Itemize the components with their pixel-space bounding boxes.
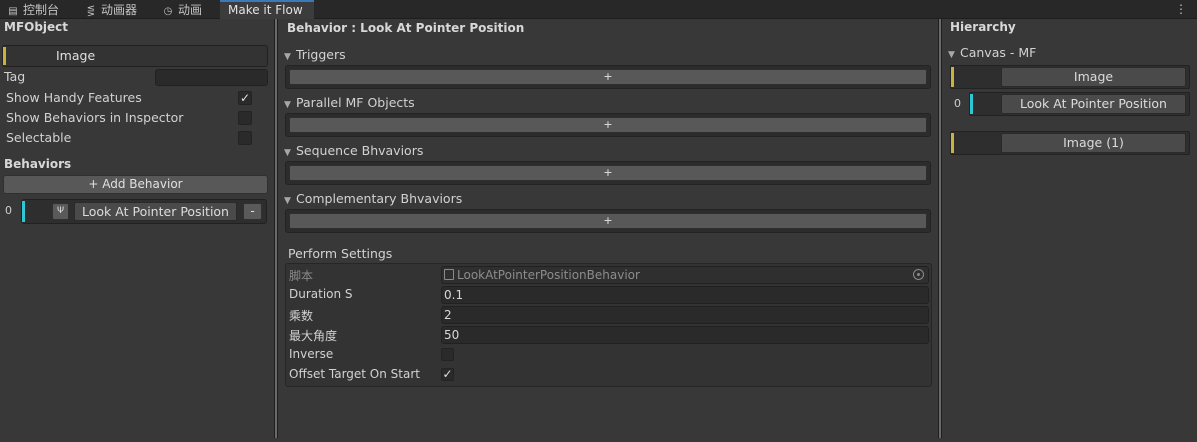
canvas-root-foldout[interactable]: ▼ Canvas - MF (948, 45, 1036, 60)
object-name-field[interactable]: Image (2, 45, 268, 67)
object-color-marker (951, 133, 954, 153)
tab-animator[interactable]: ⋚ 动画器 (84, 1, 137, 19)
max-angle-label: 最大角度 (289, 329, 338, 343)
tag-field[interactable] (155, 69, 268, 86)
add-sequence-button[interactable]: + (289, 165, 927, 181)
sequence-foldout[interactable]: ▼ Sequence Bhvaviors (284, 143, 423, 158)
triggers-foldout[interactable]: ▼ Triggers (284, 47, 346, 62)
foldout-arrow-icon: ▼ (284, 52, 291, 62)
behavior-item-row[interactable]: Ψ Look At Pointer Position - (21, 199, 267, 224)
object-color-marker (951, 67, 954, 87)
behavior-type-icon[interactable]: Ψ (52, 203, 69, 220)
behavior-color-marker (970, 94, 973, 114)
behaviors-title: Behaviors (4, 157, 72, 171)
checkmark-icon: ✓ (239, 91, 251, 105)
hierarchy-title: Hierarchy (950, 20, 1016, 34)
show-handy-features-checkbox[interactable]: ✓ (238, 91, 252, 105)
parallel-foldout[interactable]: ▼ Parallel MF Objects (284, 95, 415, 110)
tab-label: Make it Flow (228, 3, 303, 17)
behavior-index: 0 (5, 204, 12, 217)
parallel-label: Parallel MF Objects (296, 95, 415, 110)
foldout-arrow-icon: ▼ (284, 148, 291, 158)
complementary-list: + (285, 209, 931, 233)
multiplier-input[interactable]: 2 (441, 306, 929, 324)
add-behavior-button[interactable]: + Add Behavior (3, 175, 268, 194)
window-tab-bar: ▤ 控制台 ⋚ 动画器 ◷ 动画 Make it Flow ⋮ (0, 0, 1197, 20)
complementary-label: Complementary Bhvaviors (296, 191, 463, 206)
script-value: LookAtPointerPositionBehavior (457, 268, 640, 282)
more-menu-icon[interactable]: ⋮ (1175, 1, 1187, 17)
perform-settings-title: Perform Settings (288, 246, 393, 261)
tab-label: 动画器 (101, 3, 138, 17)
mfobject-title: MFObject (4, 20, 69, 34)
script-file-icon (444, 269, 454, 280)
checkmark-icon: ✓ (442, 367, 453, 381)
add-parallel-button[interactable]: + (289, 117, 927, 133)
hierarchy-item-name[interactable]: Image (1) (1001, 133, 1186, 153)
add-trigger-button[interactable]: + (289, 69, 927, 85)
object-name-label: Image (56, 48, 96, 63)
script-label: 脚本 (289, 269, 314, 283)
tab-label: 控制台 (23, 3, 60, 17)
show-behaviors-label: Show Behaviors in Inspector (6, 110, 184, 125)
hierarchy-behavior-name[interactable]: Look At Pointer Position (1001, 94, 1186, 114)
hierarchy-item-name[interactable]: Image (1001, 67, 1186, 87)
show-behaviors-checkbox[interactable] (238, 111, 252, 125)
sequence-list: + (285, 161, 931, 185)
tab-console[interactable]: ▤ 控制台 (6, 1, 59, 19)
inverse-label: Inverse (289, 347, 334, 361)
hierarchy-item[interactable]: Image (1) (950, 131, 1190, 155)
script-field: LookAtPointerPositionBehavior (441, 266, 929, 284)
object-color-marker (3, 47, 6, 65)
hierarchy-behavior-index: 0 (954, 97, 961, 110)
behavior-title: Behavior : Look At Pointer Position (287, 21, 525, 35)
tab-animation[interactable]: ◷ 动画 (161, 1, 202, 19)
foldout-arrow-icon: ▼ (948, 50, 955, 60)
offset-target-checkbox[interactable]: ✓ (441, 368, 454, 381)
hierarchy-behavior-item[interactable]: Look At Pointer Position (969, 92, 1190, 116)
add-complementary-button[interactable]: + (289, 213, 927, 229)
triggers-label: Triggers (296, 47, 346, 62)
behavior-color-marker (22, 201, 25, 222)
duration-label: Duration S (289, 287, 353, 301)
behavior-name-button[interactable]: Look At Pointer Position (74, 202, 237, 221)
complementary-foldout[interactable]: ▼ Complementary Bhvaviors (284, 191, 462, 206)
show-handy-features-label: Show Handy Features (6, 90, 142, 105)
max-angle-input[interactable]: 50 (441, 326, 929, 344)
canvas-root-label: Canvas - MF (960, 45, 1037, 60)
multiplier-label: 乘数 (289, 309, 314, 323)
duration-input[interactable]: 0.1 (441, 286, 929, 304)
parallel-list: + (285, 113, 931, 137)
tab-label: 动画 (178, 3, 203, 17)
selectable-label: Selectable (6, 130, 72, 145)
selectable-checkbox[interactable] (238, 131, 252, 145)
offset-target-label: Offset Target On Start (289, 367, 420, 381)
tag-label: Tag (4, 69, 26, 84)
foldout-arrow-icon: ▼ (284, 196, 291, 206)
hierarchy-item[interactable]: Image (950, 65, 1190, 89)
inverse-checkbox[interactable] (441, 348, 454, 361)
sequence-label: Sequence Bhvaviors (296, 143, 424, 158)
remove-behavior-button[interactable]: - (243, 203, 262, 220)
triggers-list: + (285, 65, 931, 89)
foldout-arrow-icon: ▼ (284, 100, 291, 110)
object-picker-icon (913, 269, 924, 280)
tab-make-it-flow[interactable]: Make it Flow (220, 0, 314, 20)
